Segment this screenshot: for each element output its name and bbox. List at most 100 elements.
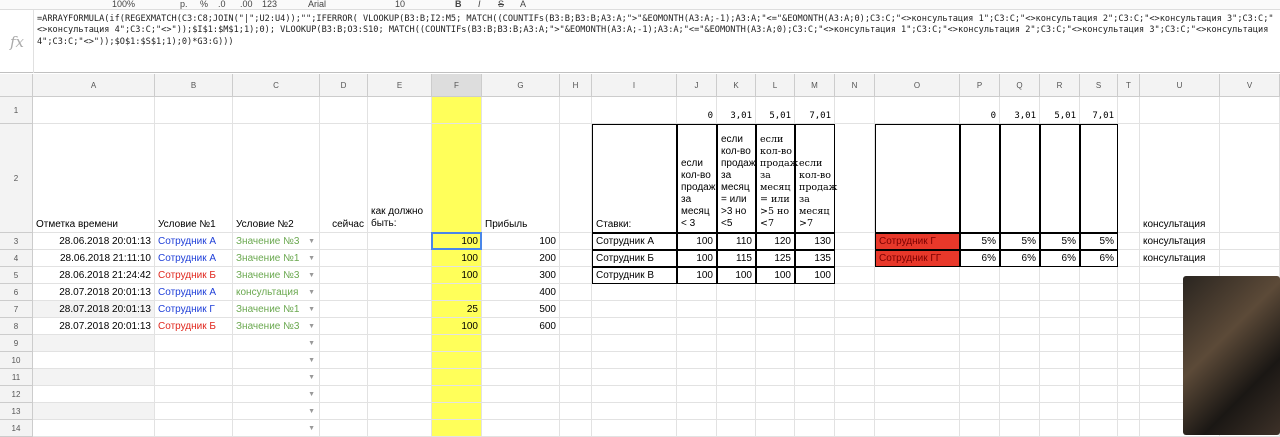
cell-S10[interactable]	[1080, 352, 1118, 369]
cell-L10[interactable]	[756, 352, 795, 369]
cell-C10[interactable]: ▼	[233, 352, 320, 369]
cell-T11[interactable]	[1118, 369, 1140, 386]
exclusion-cell[interactable]: консультация	[1140, 250, 1220, 267]
cell-O12[interactable]	[875, 386, 960, 403]
percent-employee[interactable]: Сотрудник ГГ	[875, 250, 960, 267]
percent-threshold[interactable]: 3,01	[1000, 97, 1040, 124]
cell-S6[interactable]	[1080, 284, 1118, 301]
column-header-A[interactable]: A	[33, 74, 155, 97]
cell-P13[interactable]	[960, 403, 1000, 420]
cell-S9[interactable]	[1080, 335, 1118, 352]
row-header-5[interactable]: 5	[0, 267, 33, 284]
percent-label[interactable]	[875, 124, 960, 233]
cell-R9[interactable]	[1040, 335, 1080, 352]
percent-threshold[interactable]: 0	[960, 97, 1000, 124]
cell-A9[interactable]	[33, 335, 155, 352]
row-header-8[interactable]: 8	[0, 318, 33, 335]
cell-N14[interactable]	[835, 420, 875, 437]
cell-V3[interactable]	[1220, 233, 1280, 250]
rate-condition[interactable]: если кол-во продаж за месяц < 3	[677, 124, 717, 233]
row-header-12[interactable]: 12	[0, 386, 33, 403]
percent-condition[interactable]	[960, 124, 1000, 233]
cell-F11[interactable]	[432, 369, 482, 386]
cell-T6[interactable]	[1118, 284, 1140, 301]
profit-cell[interactable]: 500	[482, 301, 560, 318]
cell-C9[interactable]: ▼	[233, 335, 320, 352]
cell-T3[interactable]	[1118, 233, 1140, 250]
cell-J12[interactable]	[677, 386, 717, 403]
cell-V2[interactable]	[1220, 124, 1280, 233]
cell-D6[interactable]	[320, 284, 368, 301]
cell-E13[interactable]	[368, 403, 432, 420]
cell-R7[interactable]	[1040, 301, 1080, 318]
cell-N10[interactable]	[835, 352, 875, 369]
cell-A1[interactable]	[33, 97, 155, 124]
cell-Q12[interactable]	[1000, 386, 1040, 403]
cell-N5[interactable]	[835, 267, 875, 284]
dropdown-arrow-icon[interactable]: ▼	[308, 340, 315, 347]
cell-M8[interactable]	[795, 318, 835, 335]
cell-I11[interactable]	[592, 369, 677, 386]
rate-value[interactable]: 100	[756, 267, 795, 284]
cell-G11[interactable]	[482, 369, 560, 386]
cell-A10[interactable]	[33, 352, 155, 369]
cell-Q5[interactable]	[1000, 267, 1040, 284]
cell-K11[interactable]	[717, 369, 756, 386]
profit-cell[interactable]: 200	[482, 250, 560, 267]
cell-G9[interactable]	[482, 335, 560, 352]
cell-J14[interactable]	[677, 420, 717, 437]
cell-R5[interactable]	[1040, 267, 1080, 284]
dropdown-arrow-icon[interactable]: ▼	[308, 255, 315, 262]
rate-threshold[interactable]: 7,01	[795, 97, 835, 124]
timestamp-cell[interactable]: 28.06.2018 21:24:42	[33, 267, 155, 284]
column-header-H[interactable]: H	[560, 74, 592, 97]
bold-button[interactable]: B	[455, 0, 462, 9]
cell-M11[interactable]	[795, 369, 835, 386]
rate-employee[interactable]: Сотрудник В	[592, 267, 677, 284]
cell-U1[interactable]	[1140, 97, 1220, 124]
cell-N9[interactable]	[835, 335, 875, 352]
cell-M13[interactable]	[795, 403, 835, 420]
cell-O13[interactable]	[875, 403, 960, 420]
cell-T2[interactable]	[1118, 124, 1140, 233]
cell-F9[interactable]	[432, 335, 482, 352]
cell-H5[interactable]	[560, 267, 592, 284]
cell-E1[interactable]	[368, 97, 432, 124]
cell-R11[interactable]	[1040, 369, 1080, 386]
cell-O10[interactable]	[875, 352, 960, 369]
cell-Q10[interactable]	[1000, 352, 1040, 369]
rate-condition[interactable]: если кол-во продаж за месяц = или >5 но …	[756, 124, 798, 233]
header-C[interactable]: Условие №2	[233, 124, 320, 233]
column-header-I[interactable]: I	[592, 74, 677, 97]
row-header-6[interactable]: 6	[0, 284, 33, 301]
cell-E10[interactable]	[368, 352, 432, 369]
cell-F2[interactable]	[432, 124, 482, 233]
percent-employee[interactable]: Сотрудник Г	[875, 233, 960, 250]
rate-value[interactable]: 100	[677, 250, 717, 267]
cell-F13[interactable]	[432, 403, 482, 420]
dropdown-arrow-icon[interactable]: ▼	[308, 272, 315, 279]
cell-Q8[interactable]	[1000, 318, 1040, 335]
cell-E6[interactable]	[368, 284, 432, 301]
rate-employee[interactable]: Сотрудник А	[592, 233, 677, 250]
column-header-E[interactable]: E	[368, 74, 432, 97]
cell-R8[interactable]	[1040, 318, 1080, 335]
exclusion-cell[interactable]: консультация	[1140, 233, 1220, 250]
column-header-C[interactable]: C	[233, 74, 320, 97]
column-header-B[interactable]: B	[155, 74, 233, 97]
cell-S14[interactable]	[1080, 420, 1118, 437]
cell-G1[interactable]	[482, 97, 560, 124]
rate-value[interactable]: 100	[677, 233, 717, 250]
dropdown-arrow-icon[interactable]: ▼	[308, 357, 315, 364]
row-header-14[interactable]: 14	[0, 420, 33, 437]
cell-D8[interactable]	[320, 318, 368, 335]
cell-D9[interactable]	[320, 335, 368, 352]
percent-condition[interactable]	[1040, 124, 1080, 233]
row-header-4[interactable]: 4	[0, 250, 33, 267]
cell-N6[interactable]	[835, 284, 875, 301]
condition-cell[interactable]: Значение №1 ▼	[233, 301, 320, 318]
cell-D11[interactable]	[320, 369, 368, 386]
column-header-R[interactable]: R	[1040, 74, 1080, 97]
cell-V4[interactable]	[1220, 250, 1280, 267]
column-header-V[interactable]: V	[1220, 74, 1280, 97]
